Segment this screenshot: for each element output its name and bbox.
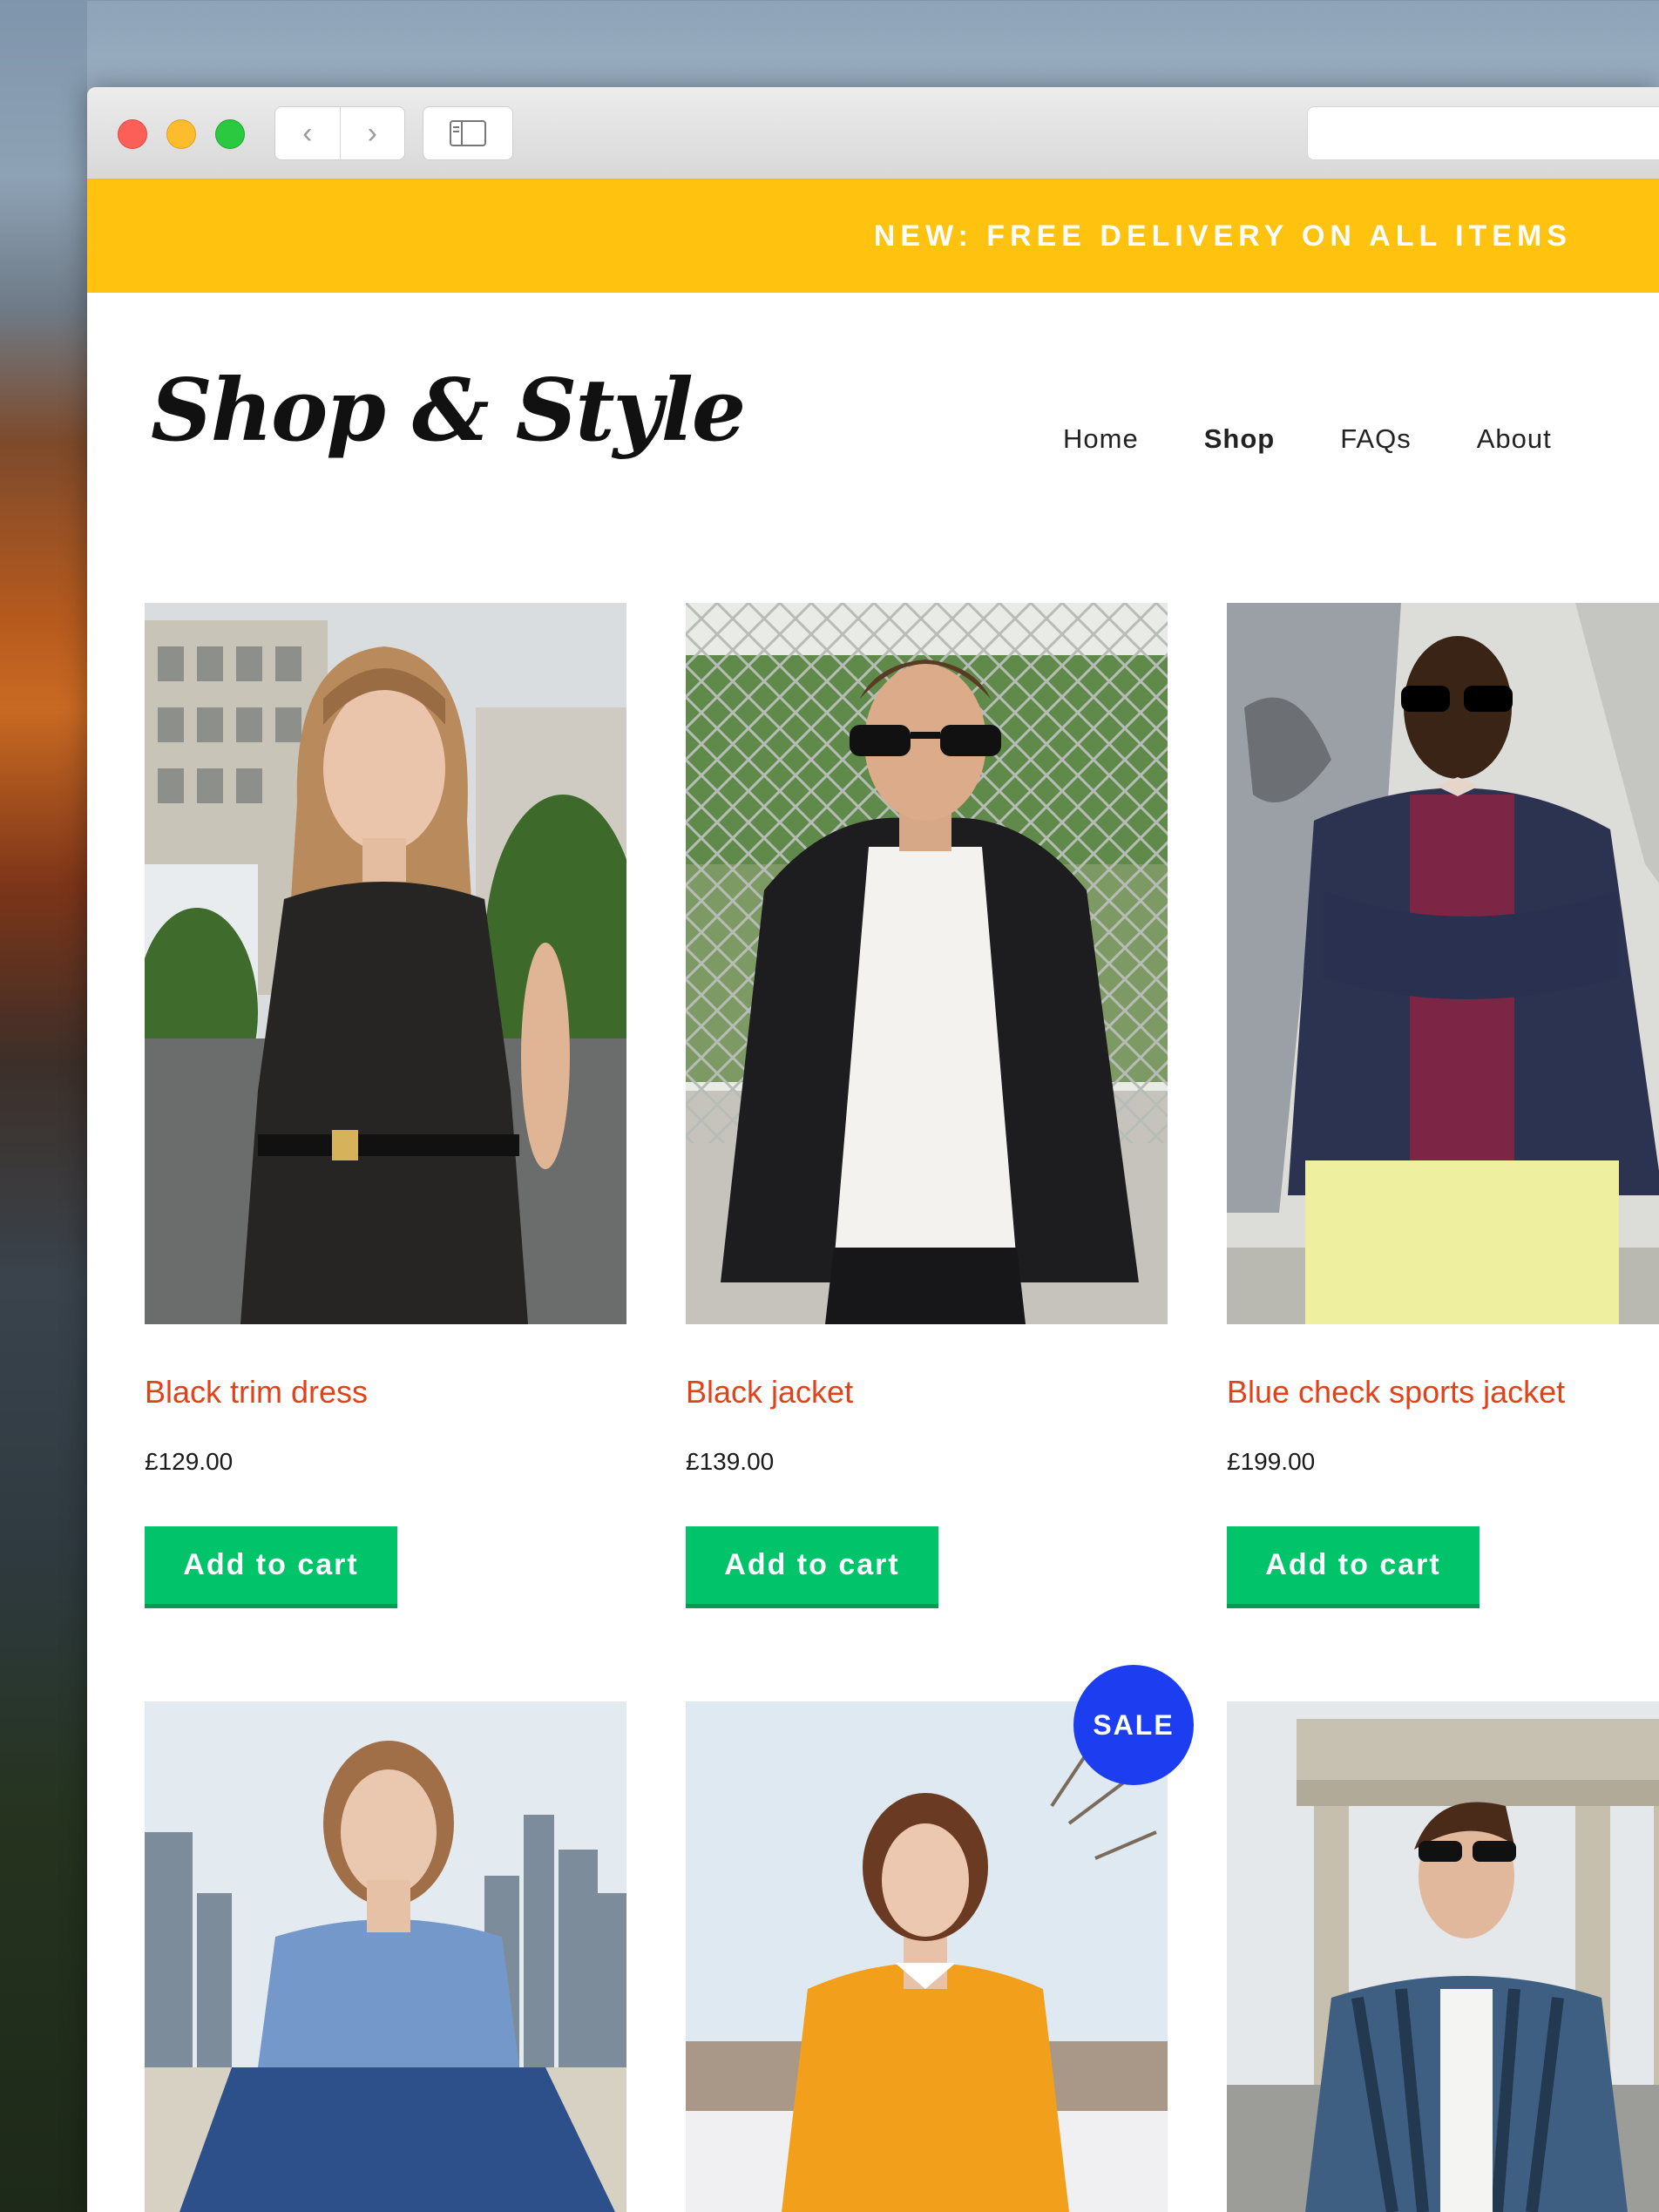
- product-card: [1227, 1701, 1659, 2212]
- product-image[interactable]: [145, 1701, 626, 2212]
- main-nav: Home Shop FAQs About: [1063, 423, 1617, 455]
- product-name[interactable]: Blue check sports jacket: [1227, 1374, 1565, 1410]
- site-logo[interactable]: Shop & Style: [151, 361, 746, 461]
- sidebar-toggle-button[interactable]: [423, 106, 513, 160]
- add-to-cart-button[interactable]: Add to cart: [1227, 1526, 1480, 1608]
- product-card: Blue check sports jacket £199.00 Add to …: [1227, 603, 1659, 1608]
- product-card: SALE: [686, 1665, 1194, 2212]
- chevron-left-icon: ‹: [302, 116, 313, 150]
- product-name[interactable]: Black jacket: [686, 1374, 853, 1410]
- nav-item-home[interactable]: Home: [1063, 423, 1139, 455]
- product-image[interactable]: [1227, 603, 1659, 1324]
- address-bar[interactable]: [1307, 106, 1659, 160]
- product-card: [145, 1701, 626, 2212]
- sale-badge: SALE: [1073, 1665, 1194, 1785]
- minimize-window-button[interactable]: [166, 119, 196, 149]
- nav-item-faqs[interactable]: FAQs: [1340, 423, 1412, 455]
- history-nav: ‹ ›: [274, 106, 405, 160]
- nav-item-about[interactable]: About: [1477, 423, 1552, 455]
- site-header: Shop & Style Home Shop FAQs About: [87, 293, 1659, 602]
- zoom-window-button[interactable]: [215, 119, 245, 149]
- product-price: £139.00: [686, 1448, 775, 1475]
- product-image[interactable]: [145, 603, 626, 1324]
- sidebar-icon: [450, 120, 486, 146]
- forward-button[interactable]: ›: [341, 107, 405, 159]
- product-price: £199.00: [1227, 1448, 1316, 1475]
- nav-item-shop[interactable]: Shop: [1204, 423, 1276, 455]
- promo-banner: NEW: FREE DELIVERY ON ALL ITEMS: [87, 179, 1659, 293]
- close-window-button[interactable]: [118, 119, 147, 149]
- product-image[interactable]: [686, 1701, 1168, 2212]
- product-card: Black trim dress £129.00 Add to cart: [145, 603, 626, 1608]
- back-button[interactable]: ‹: [275, 107, 341, 159]
- product-price: £129.00: [145, 1448, 234, 1475]
- product-image[interactable]: [1227, 1701, 1659, 2212]
- product-image[interactable]: [686, 603, 1168, 1324]
- promo-text: NEW: FREE DELIVERY ON ALL ITEMS: [873, 219, 1572, 253]
- add-to-cart-button[interactable]: Add to cart: [686, 1526, 938, 1608]
- add-to-cart-button[interactable]: Add to cart: [145, 1526, 397, 1608]
- desktop-wallpaper: [0, 0, 87, 2212]
- product-card: Black jacket £139.00 Add to cart: [686, 603, 1168, 1608]
- product-name[interactable]: Black trim dress: [145, 1374, 368, 1410]
- browser-titlebar: ‹ ›: [87, 87, 1659, 179]
- chevron-right-icon: ›: [367, 116, 377, 150]
